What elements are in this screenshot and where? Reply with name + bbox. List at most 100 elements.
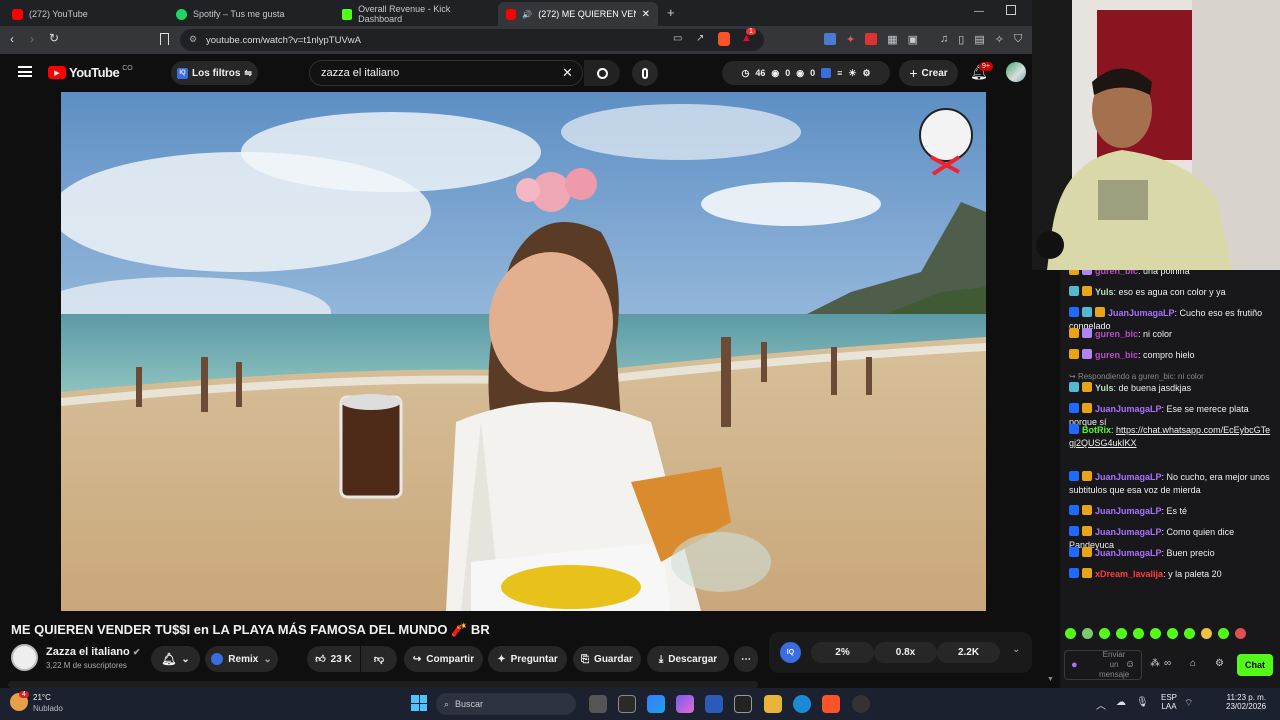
music-icon[interactable]: ♫ [940,33,948,46]
emote-icon[interactable] [1082,628,1093,639]
file-explorer-icon[interactable] [764,695,782,713]
chat-username[interactable]: JuanJumagaLP [1095,472,1162,482]
start-button[interactable] [411,695,427,711]
emote-icon[interactable] [1235,628,1246,639]
brave-browser-icon[interactable] [822,695,840,713]
brave-shield-icon[interactable] [718,32,730,46]
back-icon[interactable]: ‹ [10,32,14,46]
capture-extension-icon[interactable]: ▣ [908,33,918,46]
maple-extension-icon[interactable]: ✦ [846,33,855,46]
emote-icon[interactable] [1150,628,1161,639]
share-icon[interactable]: ↗ [696,33,704,44]
emote-icon[interactable] [1133,628,1144,639]
chat-username[interactable]: guren_bic [1095,270,1138,276]
tab-current-video[interactable]: 🔊(272) ME QUIEREN VENDER T✕ [498,2,658,26]
youtube-logo[interactable]: ▶ YouTube CO [48,65,133,80]
voice-search-button[interactable] [632,60,658,86]
chat-username[interactable]: guren_bic [1095,350,1138,360]
chat-settings-icon[interactable]: ⚙ [1215,658,1224,669]
cloud-icon[interactable]: ☁ [1116,697,1126,712]
emote-icon[interactable] [1184,628,1195,639]
obs-icon[interactable] [852,695,870,713]
emote-icon[interactable] [1167,628,1178,639]
share-button[interactable]: ↪ Compartir [404,646,483,672]
vpn-shield-icon[interactable]: ⛉ [1014,33,1022,46]
menu-icon[interactable] [18,66,32,77]
create-button[interactable]: + Crear [899,60,958,86]
emote-icon[interactable] [1218,628,1229,639]
search-button[interactable] [584,60,620,86]
send-chat-button[interactable]: Chat [1237,654,1273,676]
scroll-down-icon[interactable]: ▼ [1047,676,1054,683]
edge-icon[interactable] [793,695,811,713]
mic-tray-icon[interactable]: 🎙︎ [1136,697,1149,712]
wallet-icon[interactable]: ▤ [974,33,984,46]
store-icon[interactable]: ⌂ [1190,658,1196,669]
video-player[interactable] [61,92,986,611]
microphone-icon[interactable]: ● [1071,659,1078,671]
filters-button[interactable]: IQ Los filtros ⇋ [171,61,258,85]
leo-ai-icon[interactable]: ✧ [995,33,1004,46]
download-button[interactable]: ⤓ Descargar [647,646,729,672]
address-bar[interactable]: ⚙ youtube.com/watch?v=t1nlypTUVwA ▭ ↗ ▲ … [180,28,764,51]
chat-username[interactable]: JuanJumagaLP [1095,548,1162,558]
channel-name[interactable]: Zazza el italiano ✔ [46,646,140,658]
chevron-up-icon[interactable]: ︿ [1096,697,1106,712]
new-tab-button[interactable]: + [667,5,675,20]
tab-kick-dashboard[interactable]: Overall Revenue - Kick Dashboard [334,2,494,26]
chat-username[interactable]: BotRix [1082,425,1111,435]
chat-username[interactable]: xDream_lavalija [1095,569,1163,579]
chat-username[interactable]: JuanJumagaLP [1095,506,1162,516]
chat-input[interactable]: ● Enviar un mensaje ☺ [1064,650,1142,680]
emoji-icon[interactable]: ☺ [1125,659,1135,670]
emote-icon[interactable] [1116,628,1127,639]
grid-extension-icon[interactable]: ▦ [887,33,897,46]
description-preview[interactable] [8,681,758,688]
tab-spotify[interactable]: Spotify – Tus me gusta [168,2,332,26]
chat-username[interactable]: JuanJumagaLP [1095,527,1162,537]
chat-username[interactable]: Yuls [1095,383,1114,393]
dislike-button[interactable]: 👎︎ [361,646,397,672]
iq-icon[interactable]: IQ [780,642,801,663]
reload-icon[interactable]: ↻ [49,31,59,45]
terminal-icon[interactable] [734,695,752,713]
search-input[interactable]: zazza el italiano ✕ [309,60,583,86]
clear-search-icon[interactable]: ✕ [562,65,573,81]
cast-icon[interactable]: ▭ [673,33,682,44]
emote-icon[interactable] [1099,628,1110,639]
tab-youtube-home[interactable]: (272) YouTube [4,2,164,26]
store-app-icon[interactable] [705,695,723,713]
wifi-icon[interactable]: ⌔ [1184,697,1193,710]
subscribed-bell-button[interactable]: 🔔︎ ⌄ [151,646,200,672]
maximize-button[interactable] [1006,5,1016,15]
remix-button[interactable]: Remix ⌄ [205,646,278,672]
translate-extension-icon[interactable] [824,33,836,45]
clock[interactable]: 11:23 p. m. 23/02/2026 [1226,693,1266,711]
forward-icon[interactable]: › [30,32,34,46]
site-info-icon[interactable]: ⚙ [189,34,197,45]
chat-users-icon[interactable]: ⁂ [1150,658,1160,669]
chat-username[interactable]: JuanJumagaLP [1095,404,1162,414]
ask-button[interactable]: ✦ Preguntar [488,646,567,672]
chat-username[interactable]: Yuls [1095,287,1114,297]
app-icon[interactable] [647,695,665,713]
language-indicator[interactable]: ESP LAA [1161,693,1177,711]
chevron-down-icon[interactable]: ⌄ [1012,644,1020,655]
copilot-icon[interactable] [676,695,694,713]
minimize-button[interactable]: — [974,6,984,17]
channel-avatar[interactable] [11,644,38,671]
save-button[interactable]: ⎘ Guardar [573,646,641,672]
account-avatar[interactable] [1006,62,1026,82]
emote-icon[interactable] [1201,628,1212,639]
like-button[interactable]: 👍︎ 23 K [307,646,360,672]
extension-stats-pill[interactable]: ◷ 46 ◉ 0 ◉ 0 ≡ ☀ ⚙ [722,61,890,85]
chat-username[interactable]: JuanJumagaLP [1108,308,1175,318]
taskbar-search[interactable]: ⌕ Buscar [436,693,576,715]
chat-username[interactable]: guren_bic [1095,329,1138,339]
more-actions-button[interactable]: ⋯ [734,646,758,672]
capcut-icon[interactable] [618,695,636,713]
task-view-icon[interactable] [589,695,607,713]
close-tab-icon[interactable]: ✕ [642,9,650,20]
red-extension-icon[interactable] [865,33,878,45]
infinity-icon[interactable]: ∞ [1164,658,1171,669]
